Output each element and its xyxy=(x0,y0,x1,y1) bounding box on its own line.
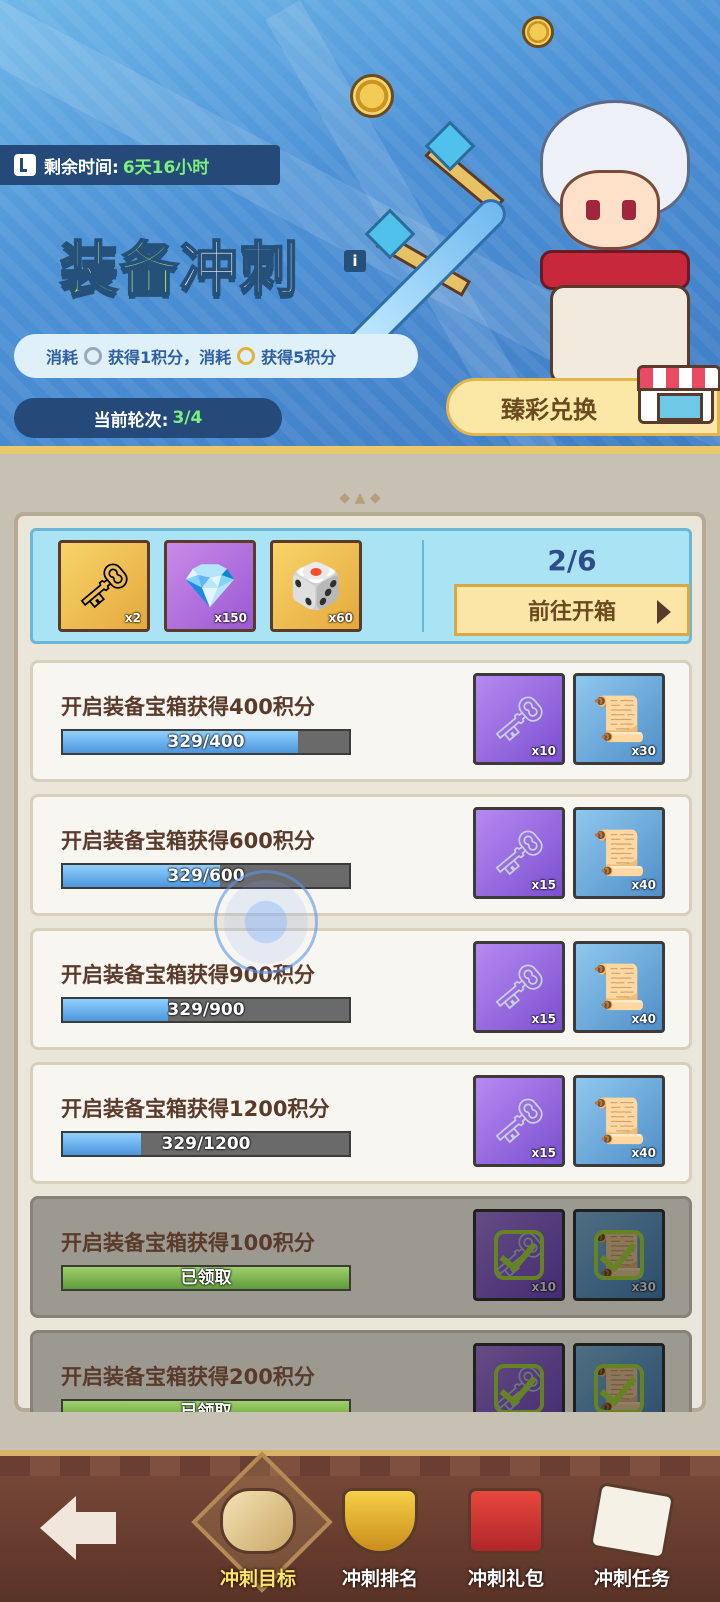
progress-text: 329/600 xyxy=(167,866,245,886)
touch-ripple xyxy=(214,870,318,974)
tab-sprint-goal[interactable]: 冲刺目标 xyxy=(198,1470,318,1598)
chest-icon xyxy=(468,1488,544,1554)
tab-sprint-task[interactable]: 冲刺任务 xyxy=(572,1470,692,1598)
reward-key-icon: 🗝 xyxy=(491,962,547,1013)
task-label: 开启装备宝箱获得1200积分 xyxy=(61,1097,330,1121)
reward-slot[interactable]: 🗝 x15 xyxy=(473,807,565,899)
trophy-icon xyxy=(342,1488,418,1554)
hammer-gem-icon xyxy=(424,120,476,172)
event-title: 装备冲刺 xyxy=(59,234,301,304)
task-progress-bar: 329/400 xyxy=(61,729,351,755)
ornament-icon: ◆ ▲ ◆ xyxy=(339,490,381,506)
claimed-check-icon xyxy=(494,1364,544,1412)
reward-count: x15 xyxy=(531,878,556,892)
task-list[interactable]: 开启装备宝箱获得400积分 329/400 🗝 x10 📜 x30 开启装备宝箱获得600积… xyxy=(30,660,692,1412)
reward-count: x15 xyxy=(531,1012,556,1026)
reward-slot[interactable]: 🗝 xyxy=(473,1343,565,1412)
tab-sprint-gift[interactable]: 冲刺礼包 xyxy=(446,1470,566,1598)
task-row[interactable]: 开启装备宝箱获得200积分已领取 🗝 📜 xyxy=(30,1330,692,1412)
coin-icon xyxy=(522,16,554,48)
progress-text: 329/900 xyxy=(167,1000,245,1020)
shop-icon[interactable] xyxy=(637,365,720,424)
tab-sprint-ranking[interactable]: 冲刺排名 xyxy=(320,1470,440,1598)
progress-text: 已领取 xyxy=(180,1268,232,1288)
reward-slot[interactable]: 🗝 x15 xyxy=(473,1075,565,1167)
task-row[interactable]: 开启装备宝箱获得600积分 329/600 🗝 x15 📜 x40 xyxy=(30,794,692,916)
reward-count: x30 xyxy=(631,744,656,758)
cost-rule: 消耗 获得1积分，消耗 获得5积分 xyxy=(14,334,418,378)
dice-icon: 🎲 xyxy=(288,561,344,612)
claimed-check-icon xyxy=(494,1230,544,1280)
reward-count: x30 xyxy=(631,1280,656,1294)
claimed-check-icon xyxy=(594,1364,644,1412)
summary-divider xyxy=(422,540,424,632)
info-icon[interactable]: i xyxy=(344,250,366,272)
clipboard-icon xyxy=(588,1481,676,1561)
reward-slot[interactable]: 📜 xyxy=(573,1343,665,1412)
clock-icon xyxy=(14,154,36,176)
task-progress-bar: 329/900 xyxy=(61,997,351,1023)
timer-value: 6天16小时 xyxy=(122,157,210,178)
task-row[interactable]: 开启装备宝箱获得100积分已领取 🗝 x10 📜 x30 xyxy=(30,1196,692,1318)
silver-key-icon xyxy=(84,347,103,365)
timer-label: 剩余时间: xyxy=(44,157,119,178)
claimed-check-icon xyxy=(594,1230,644,1280)
reward-count: x15 xyxy=(531,1146,556,1160)
task-label: 开启装备宝箱获得600积分 xyxy=(61,829,315,853)
progress-text: 329/400 xyxy=(167,732,245,752)
reward-slot[interactable]: 📜 x40 xyxy=(573,941,665,1033)
task-progress-bar: 已领取 xyxy=(61,1265,351,1291)
reward-key-icon: 🗝 xyxy=(491,694,547,745)
coin-icon xyxy=(350,74,394,118)
reward-scroll-icon: 📜 xyxy=(591,962,647,1013)
reward-key-icon: 🗝 xyxy=(491,1096,547,1147)
task-label: 开启装备宝箱获得200积分 xyxy=(61,1365,315,1389)
task-progress-bar: 已领取 xyxy=(61,1399,351,1412)
reward-scroll-icon: 📜 xyxy=(591,694,647,745)
go-open-chest-button[interactable]: 前往开箱 xyxy=(454,584,690,636)
task-row[interactable]: 开启装备宝箱获得900积分 329/900 🗝 x15 📜 x40 xyxy=(30,928,692,1050)
reward-scroll-icon: 📜 xyxy=(591,828,647,879)
reward-slot[interactable]: 📜 x40 xyxy=(573,807,665,899)
reward-slot[interactable]: 🗝 x15 xyxy=(473,941,565,1033)
reward-slot[interactable]: 📜 x40 xyxy=(573,1075,665,1167)
reward-slot[interactable]: 🗝 x10 xyxy=(473,673,565,765)
reward-slot[interactable]: 🗝 x10 xyxy=(473,1209,565,1301)
back-button[interactable] xyxy=(40,1496,116,1560)
task-progress-bar: 329/1200 xyxy=(61,1131,351,1157)
gem-icon: 💎 xyxy=(182,561,238,612)
reward-scroll-icon: 📜 xyxy=(591,1096,647,1147)
reward-count: x40 xyxy=(631,878,656,892)
chest-progress: 2/6 xyxy=(547,544,597,577)
task-progress-bar: 329/600 xyxy=(61,863,351,889)
reward-count: x40 xyxy=(631,1012,656,1026)
progress-text: 329/1200 xyxy=(161,1134,251,1154)
reward-count: x10 xyxy=(531,1280,556,1294)
task-label: 开启装备宝箱获得100积分 xyxy=(61,1231,315,1255)
play-arrow-icon xyxy=(657,600,671,624)
key-item-slot[interactable]: 🗝 x2 xyxy=(58,540,150,632)
scroll-icon xyxy=(220,1488,296,1554)
current-round: 当前轮次: 3/4 xyxy=(14,398,282,438)
gold-key-icon xyxy=(237,347,256,365)
reward-count: x40 xyxy=(631,1146,656,1160)
progress-text: 已领取 xyxy=(180,1402,232,1412)
remaining-time: 剩余时间: 6天16小时 xyxy=(0,145,280,185)
divider xyxy=(0,446,720,454)
reward-slot[interactable]: 📜 x30 xyxy=(573,1209,665,1301)
reward-key-icon: 🗝 xyxy=(491,828,547,879)
reward-slot[interactable]: 📜 x30 xyxy=(573,673,665,765)
task-label: 开启装备宝箱获得400积分 xyxy=(61,695,315,719)
reward-count: x10 xyxy=(531,744,556,758)
hero-character xyxy=(520,90,720,385)
task-row[interactable]: 开启装备宝箱获得400积分 329/400 🗝 x10 📜 x30 xyxy=(30,660,692,782)
gem-item-slot[interactable]: 💎 x150 xyxy=(164,540,256,632)
key-icon: 🗝 xyxy=(76,561,132,612)
task-row[interactable]: 开启装备宝箱获得1200积分 329/1200 🗝 x15 📜 x40 xyxy=(30,1062,692,1184)
dice-item-slot[interactable]: 🎲 x60 xyxy=(270,540,362,632)
